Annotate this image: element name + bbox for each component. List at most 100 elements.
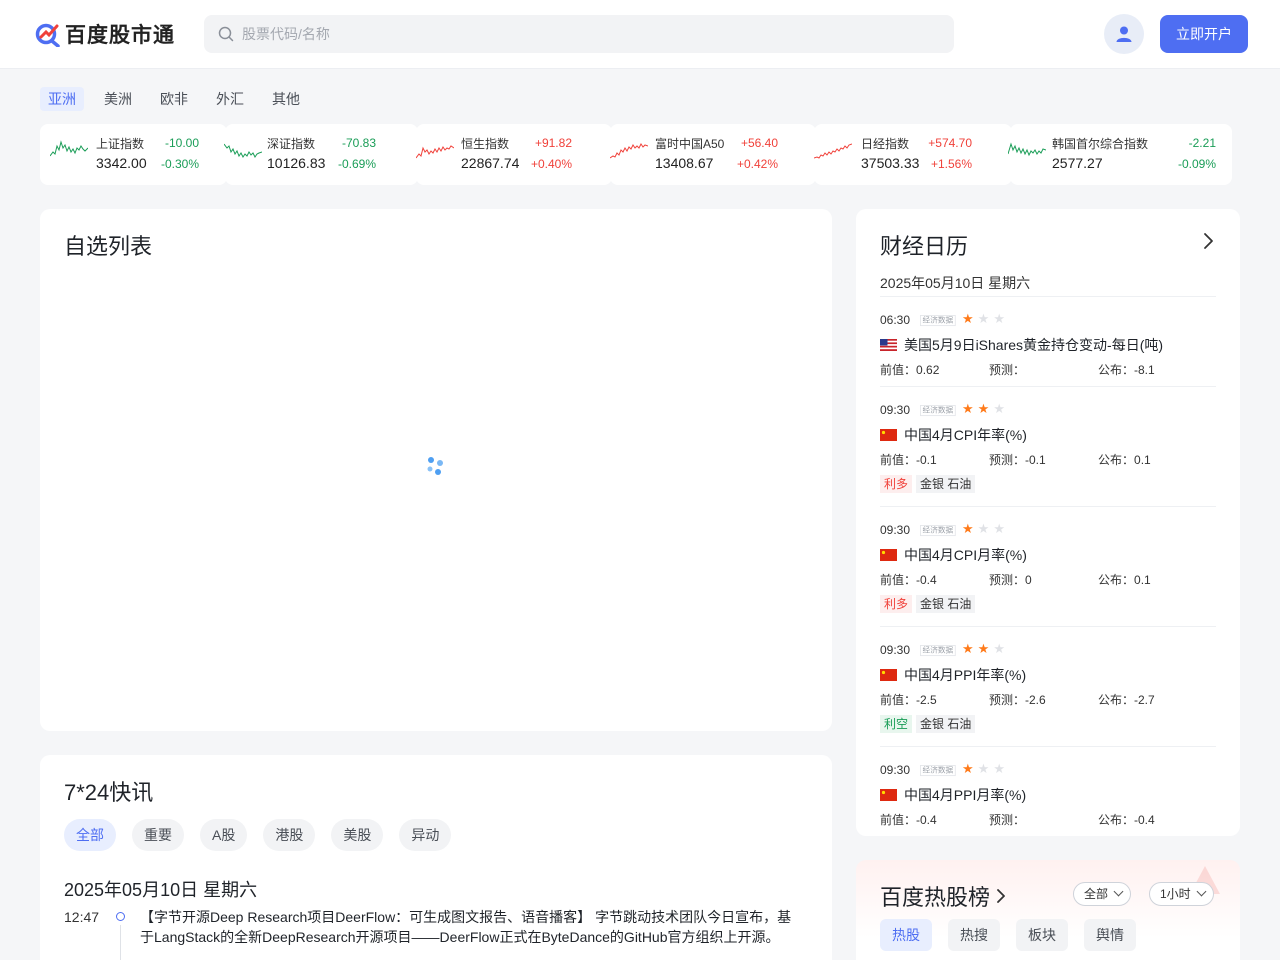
news-tab-movers[interactable]: 异动 — [399, 819, 452, 851]
event-prev: 前值：-0.4 — [880, 571, 937, 588]
index-price: 3342.00 — [96, 155, 147, 171]
event-actual-value: -8.1 — [1134, 363, 1155, 377]
event-category-tag: 经济数据 — [920, 645, 956, 657]
event-forecast-label: 预测： — [989, 453, 1026, 467]
index-change: +91.82 — [534, 136, 572, 150]
chevron-right-icon[interactable] — [1198, 231, 1218, 251]
news-item-text[interactable]: 【字节开源Deep Research项目DeerFlow：可生成图文报告、语音播… — [140, 907, 800, 947]
tab-forex[interactable]: 外汇 — [208, 87, 252, 111]
star-icon: ★ — [993, 401, 1009, 416]
index-name: 韩国首尔综合指数 — [1052, 137, 1149, 151]
event-badges: 利空 金银 石油 — [880, 715, 979, 733]
market-filter-select[interactable]: 全部 — [1073, 882, 1132, 906]
search-box[interactable] — [204, 15, 954, 53]
event-forecast: 预测： — [989, 811, 1025, 828]
index-price: 13408.67 — [655, 155, 714, 171]
star-icon: ★ — [977, 401, 994, 416]
event-prev-label: 前值： — [880, 453, 917, 467]
event-prev: 前值：0.62 — [880, 361, 939, 378]
event-title: 中国4月CPI月率(%) — [904, 547, 1027, 563]
event-actual-value: -2.7 — [1134, 693, 1155, 707]
hot-tabs: 热股 热搜 板块 舆情 — [880, 919, 1152, 951]
cn-flag-icon — [880, 429, 897, 441]
event-prev-value: -0.1 — [916, 453, 937, 467]
news-tab-important[interactable]: 重要 — [132, 819, 184, 851]
index-name: 深证指数 — [267, 137, 316, 151]
event-time: 09:30 — [880, 403, 911, 417]
chevron-down-icon — [1196, 886, 1207, 897]
news-tab-hk[interactable]: 港股 — [263, 819, 316, 851]
event-forecast: 预测： — [989, 361, 1025, 378]
loading-spinner-icon — [427, 457, 443, 475]
importance-stars: ★★★ — [962, 641, 1009, 657]
search-input[interactable] — [242, 26, 922, 42]
watchlist-panel: 自选列表 — [40, 209, 832, 731]
calendar-date: 2025年05月10日 星期六 — [880, 275, 1031, 291]
star-icon: ★ — [962, 641, 978, 656]
region-tabs: 亚洲 美洲 欧非 外汇 其他 — [40, 87, 320, 111]
event-prev: 前值：-0.4 — [880, 811, 937, 828]
event-forecast-value: -2.6 — [1025, 693, 1046, 707]
user-icon — [1116, 26, 1132, 42]
index-card[interactable]: 日经指数 37503.33 +574.70 +1.56% — [814, 124, 1012, 185]
index-change: +574.70 — [928, 136, 972, 150]
index-price: 2577.27 — [1052, 155, 1103, 171]
event-forecast: 预测：0 — [989, 571, 1032, 588]
event-forecast-label: 预测： — [989, 573, 1026, 587]
index-change: -10.00 — [164, 136, 199, 150]
star-icon: ★ — [962, 401, 978, 416]
index-percent: -0.09% — [1177, 157, 1216, 171]
tab-asia[interactable]: 亚洲 — [40, 87, 84, 111]
hot-tab-sentiment[interactable]: 舆情 — [1084, 919, 1136, 951]
divider — [880, 296, 1216, 297]
timeline-line — [120, 925, 121, 960]
event-time: 09:30 — [880, 643, 911, 657]
news-time: 12:47 — [64, 909, 100, 925]
top-header: 百度股市通 立即开户 — [0, 0, 1280, 69]
index-card[interactable]: 恒生指数 22867.74 +91.82 +0.40% — [416, 124, 612, 185]
star-icon: ★ — [977, 521, 994, 536]
event-actual-label: 公布： — [1098, 573, 1135, 587]
event-actual: 公布：-8.1 — [1098, 361, 1155, 378]
event-category-tag: 经济数据 — [920, 765, 956, 777]
news-tab-a-share[interactable]: A股 — [200, 819, 248, 851]
timeline-dot — [116, 912, 125, 921]
event-actual-label: 公布： — [1098, 453, 1135, 467]
star-icon: ★ — [993, 761, 1009, 776]
index-card[interactable]: 富时中国A50 13408.67 +56.40 +0.42% — [610, 124, 816, 185]
index-percent: +0.42% — [736, 157, 778, 171]
index-card[interactable]: 上证指数 3342.00 -10.00 -0.30% — [40, 124, 227, 185]
hot-tab-hot-stocks[interactable]: 热股 — [880, 919, 932, 951]
period-filter-select[interactable]: 1小时 — [1149, 882, 1214, 906]
event-badges: 利多 金银 石油 — [880, 475, 979, 493]
event-time: 09:30 — [880, 763, 911, 777]
hot-stocks-panel: 百度热股榜 全部 1小时 热股 热搜 板块 舆情 — [856, 860, 1240, 960]
tab-europe-africa[interactable]: 欧非 — [152, 87, 196, 111]
tab-americas[interactable]: 美洲 — [96, 87, 140, 111]
event-forecast-label: 预测： — [989, 363, 1026, 377]
index-card[interactable]: 韩国首尔综合指数 2577.27 -2.21 -0.09% — [1008, 124, 1232, 185]
open-account-button[interactable]: 立即开户 — [1160, 15, 1248, 53]
event-title: 中国4月CPI年率(%) — [904, 427, 1027, 443]
hot-stocks-title-link[interactable]: 百度热股榜 — [880, 880, 1008, 912]
event-title: 中国4月PPI年率(%) — [904, 667, 1027, 683]
asset-badge: 金银 石油 — [916, 475, 976, 493]
sparkline-icon — [1008, 142, 1046, 157]
index-card[interactable]: 深证指数 10126.83 -70.83 -0.69% — [224, 124, 418, 185]
star-icon: ★ — [977, 311, 994, 326]
hot-tab-hot-search[interactable]: 热搜 — [948, 919, 1000, 951]
news-tab-all[interactable]: 全部 — [64, 819, 116, 851]
event-prev-value: -0.4 — [916, 813, 937, 827]
logo[interactable]: 百度股市通 — [35, 20, 175, 48]
index-percent: -0.30% — [160, 157, 199, 171]
hot-stocks-title: 百度热股榜 — [880, 885, 991, 910]
impact-badge: 利空 — [880, 715, 913, 733]
event-time: 06:30 — [880, 313, 911, 327]
event-prev-value: -2.5 — [916, 693, 937, 707]
news-tab-us[interactable]: 美股 — [331, 819, 384, 851]
event-forecast: 预测：-0.1 — [989, 451, 1046, 468]
tab-other[interactable]: 其他 — [264, 87, 308, 111]
hot-tab-sectors[interactable]: 板块 — [1016, 919, 1068, 951]
period-filter-value: 1小时 — [1160, 887, 1191, 901]
avatar[interactable] — [1104, 14, 1144, 54]
